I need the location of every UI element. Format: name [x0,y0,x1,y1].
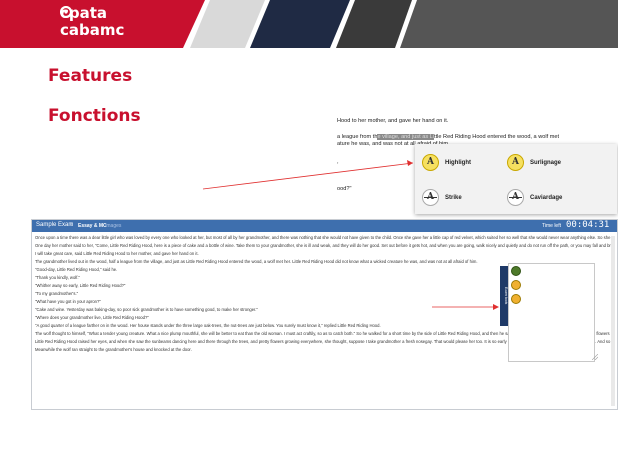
passage-paragraph: Once upon a time there was a dear little… [35,235,615,240]
tab-images[interactable]: Images [105,223,121,229]
highlighted-text: e village, and just as Li [377,134,435,140]
snippet-text: ttle Red Riding Hood entered the wood, a… [434,134,560,140]
slide-title-french: Fonctions [48,106,141,126]
highlight-tool-label: Highlight [445,159,471,166]
back-chevron-icon[interactable]: ‹ [70,221,72,228]
passage-paragraph: One day her mother said to her, "Come, L… [35,243,615,248]
slide-title-english: Features [48,66,133,86]
strike-icon: A [422,189,439,206]
time-left-label: Time left [542,223,561,229]
caviardage-tool-button[interactable]: A Caviardage [507,189,562,206]
surlignage-tool-label: Surlignage [530,159,562,166]
brand-banner: cpata cabamc [0,0,618,48]
exam-header: Sample Exam ‹ Essay & MC Images Time lef… [32,220,617,232]
logo: cpata cabamc [60,6,124,38]
tab-essay-mc[interactable]: Essay & MC [78,223,107,229]
note-color-icon[interactable] [511,294,521,304]
passage-scrollbar[interactable] [611,236,615,406]
passage-paragraph: I will take great care, said Little Red … [35,251,199,256]
highlight-icon: A [422,154,439,171]
strike-tool-label: Strike [445,194,462,201]
timer-value: 00:04:31 [566,220,610,230]
exam-title: Sample Exam [36,222,74,228]
snippet-line: , [337,159,339,165]
highlight-color-icon[interactable] [511,280,521,290]
snippet-line: ood?" [337,186,352,192]
snippet-line: a league from the village, and just as L… [337,134,559,140]
caviardage-icon: A [507,189,524,206]
surlignage-tool-button[interactable]: A Surlignage [507,154,561,171]
exam-tools-tab[interactable]: Exam tools [500,266,508,326]
exam-tools-panel [508,263,595,362]
logo-mark-icon [60,6,72,18]
surlignage-icon: A [507,154,524,171]
strike-tool-button[interactable]: A Strike [422,189,462,206]
logo-text-line2: cabamc [60,21,125,39]
resize-grip-icon[interactable] [592,354,598,360]
annotation-tool-menu: A Highlight A Surlignage A Strike A Cavi… [415,144,617,214]
caviardage-tool-label: Caviardage [530,194,563,201]
snippet-text: a league from th [337,134,378,140]
check-tool-icon[interactable] [511,266,521,276]
snippet-line: Hood to her mother, and gave her hand on… [337,118,449,124]
highlight-tool-button[interactable]: A Highlight [422,154,471,171]
